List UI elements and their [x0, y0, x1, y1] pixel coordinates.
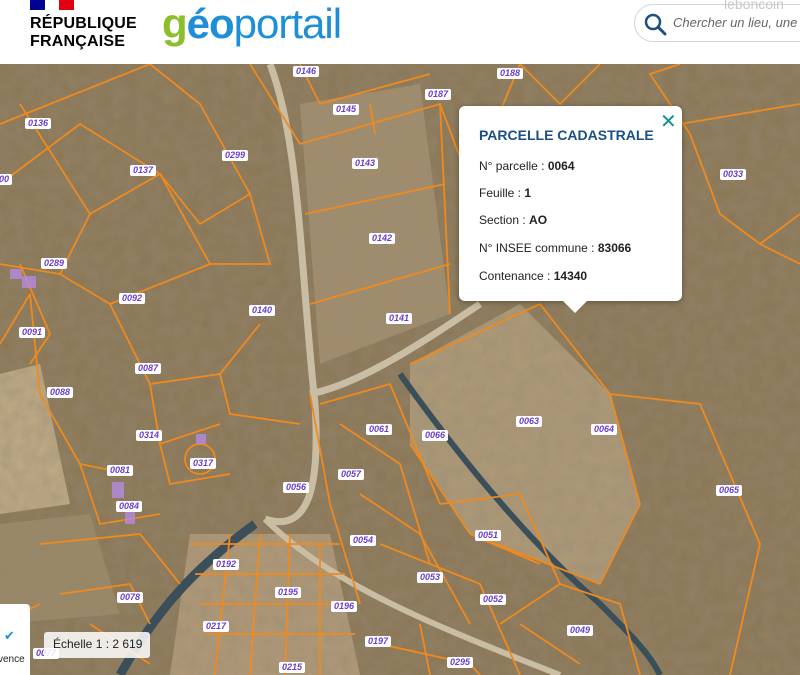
popup-row-parcelle: N° parcelle : 0064	[479, 159, 575, 173]
leboncoin-watermark: leboncoin	[724, 0, 784, 12]
parcel-label[interactable]: 0187	[425, 89, 452, 100]
close-icon[interactable]: ✕	[660, 112, 677, 132]
geoportail-logo[interactable]: géoportail	[162, 0, 342, 47]
flag-red	[59, 0, 75, 10]
parcel-label[interactable]: 0142	[369, 233, 396, 244]
rf-line1: RÉPUBLIQUE	[30, 15, 137, 32]
row-label: N° parcelle :	[479, 159, 548, 173]
parcel-label[interactable]: 0143	[352, 158, 379, 169]
parcel-label[interactable]: 0051	[475, 530, 502, 541]
map-scale: Échelle 1 : 2 619	[44, 632, 150, 658]
parcel-label[interactable]: 0091	[19, 327, 46, 338]
popup-row-contenance: Contenance : 14340	[479, 269, 587, 283]
header: RÉPUBLIQUE FRANÇAISE géoportail leboncoi…	[0, 0, 800, 64]
row-value: 83066	[597, 241, 632, 255]
parcel-label[interactable]: 0061	[366, 424, 393, 435]
logo-part2: éo	[186, 0, 235, 47]
parcel-label[interactable]: 0197	[365, 636, 392, 647]
parcel-label[interactable]: 0066	[422, 430, 449, 441]
parcel-label[interactable]: 0078	[117, 592, 144, 603]
parcel-label[interactable]: 0084	[116, 501, 143, 512]
flag-white	[44, 0, 60, 10]
flag-blue	[30, 0, 45, 10]
popup-row-section: Section : AO	[479, 213, 547, 227]
parcel-label[interactable]: 0087	[135, 363, 162, 374]
parcel-label[interactable]: 0136	[25, 118, 52, 129]
parcel-label[interactable]: 0057	[338, 469, 365, 480]
layer-panel-label: vence	[0, 654, 25, 665]
row-value: 14340	[553, 269, 588, 283]
search-icon[interactable]	[643, 12, 667, 36]
logo-part3: portail	[233, 0, 342, 47]
row-label: N° INSEE commune :	[479, 241, 598, 255]
row-value: AO	[529, 213, 548, 227]
parcel-label[interactable]: 0146	[293, 66, 320, 77]
parcel-label[interactable]: 0145	[333, 104, 360, 115]
parcel-label[interactable]: 0053	[417, 572, 444, 583]
parcel-label[interactable]: 0317	[190, 458, 217, 469]
parcel-label[interactable]: 0052	[480, 594, 507, 605]
parcel-label[interactable]: 0081	[107, 465, 134, 476]
row-label: Contenance :	[479, 269, 554, 283]
logo-part1: g	[162, 0, 188, 47]
parcel-label[interactable]: 0000	[0, 174, 13, 185]
republique-francaise-logo[interactable]: RÉPUBLIQUE FRANÇAISE	[30, 15, 137, 51]
parcel-label[interactable]: 0049	[567, 625, 594, 636]
parcel-label[interactable]: 0137	[130, 165, 157, 176]
parcel-info-popup: PARCELLE CADASTRALE ✕ N° parcelle : 0064…	[459, 106, 682, 313]
row-value: 1	[524, 186, 532, 200]
parcel-label[interactable]: 0054	[350, 535, 377, 546]
parcel-label[interactable]: 0065	[716, 485, 743, 496]
parcel-label[interactable]: 0195	[275, 587, 302, 598]
row-label: Feuille :	[479, 186, 525, 200]
parcel-label[interactable]: 0188	[497, 68, 524, 79]
parcel-label[interactable]: 0289	[41, 258, 68, 269]
popup-row-feuille: Feuille : 1	[479, 186, 531, 200]
popup-title: PARCELLE CADASTRALE	[479, 127, 654, 143]
row-label: Section :	[479, 213, 530, 227]
parcel-label[interactable]: 0092	[119, 293, 146, 304]
parcel-label[interactable]: 0215	[279, 662, 306, 673]
parcel-label[interactable]: 0088	[47, 387, 74, 398]
french-flag-icon	[30, 0, 75, 10]
parcel-label[interactable]: 0295	[447, 657, 474, 668]
rf-line2: FRANÇAISE	[30, 33, 126, 50]
parcel-label[interactable]: 0064	[591, 424, 618, 435]
parcel-label[interactable]: 0299	[222, 150, 249, 161]
parcel-label[interactable]: 0056	[283, 482, 310, 493]
row-value: 0064	[547, 159, 575, 173]
search-input[interactable]	[673, 15, 800, 30]
parcel-label[interactable]: 0196	[331, 601, 358, 612]
parcel-label[interactable]: 0217	[203, 621, 230, 632]
parcel-label[interactable]: 0141	[386, 313, 413, 324]
check-icon[interactable]: ✔	[4, 628, 15, 644]
parcel-label[interactable]: 0063	[516, 416, 543, 427]
popup-row-insee: N° INSEE commune : 83066	[479, 241, 631, 255]
parcel-label[interactable]: 0314	[136, 430, 163, 441]
layer-panel[interactable]: ✔ vence	[0, 604, 30, 675]
parcel-label[interactable]: 0033	[720, 169, 747, 180]
parcel-label[interactable]: 0140	[249, 305, 276, 316]
parcel-label[interactable]: 0192	[213, 559, 240, 570]
